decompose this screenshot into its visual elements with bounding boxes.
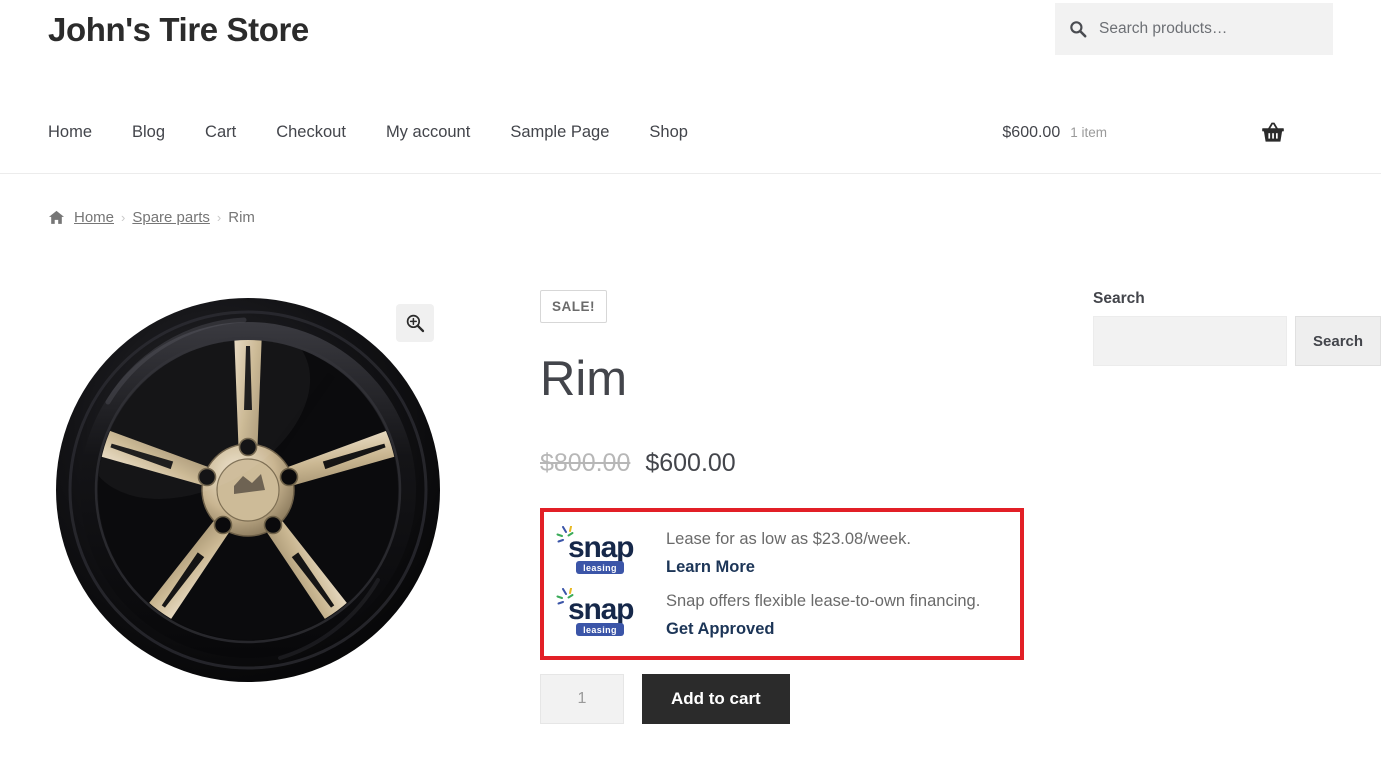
svg-text:snap: snap xyxy=(568,531,634,564)
snap-learn-more-link[interactable]: Learn More xyxy=(666,558,911,577)
product-price: $800.00 $600.00 xyxy=(540,449,1004,478)
nav-item-blog[interactable]: Blog xyxy=(132,123,185,142)
breadcrumb-separator: › xyxy=(121,210,126,225)
snap-leasing-logo-icon: snap leasing xyxy=(556,587,652,640)
snap-get-approved-link[interactable]: Get Approved xyxy=(666,620,980,639)
breadcrumb-separator: › xyxy=(216,210,222,225)
product-image[interactable] xyxy=(48,290,448,690)
nav-item-my-account[interactable]: My account xyxy=(386,123,490,142)
sale-badge: SALE! xyxy=(540,290,607,323)
snap-leasing-promo: snap leasing Lease for as low as $23.08/… xyxy=(540,507,1024,660)
add-to-cart-form: Add to cart xyxy=(540,673,1004,724)
shopping-basket-icon[interactable] xyxy=(1261,121,1285,145)
breadcrumb-link-spare-parts[interactable]: Spare parts xyxy=(132,209,210,226)
search-icon xyxy=(1069,20,1087,38)
cart-item-count: 1 item xyxy=(1070,125,1107,140)
breadcrumb: Home › Spare parts › Rim xyxy=(0,173,1381,226)
primary-navigation-row: Home Blog Cart Checkout My account Sampl… xyxy=(48,92,1333,173)
sidebar-search-form: Search xyxy=(1093,316,1381,366)
snap-leasing-logo-icon: snap leasing xyxy=(556,525,652,578)
sidebar-search-input[interactable] xyxy=(1093,316,1287,366)
price-original: $800.00 xyxy=(540,448,631,477)
cart-total: $600.00 xyxy=(1002,123,1061,141)
sidebar-search-title: Search xyxy=(1093,290,1145,307)
breadcrumb-link-home[interactable]: Home xyxy=(74,209,114,226)
header-search-box[interactable] xyxy=(1055,3,1333,55)
nav-item-cart[interactable]: Cart xyxy=(205,123,256,142)
site-header: John's Tire Store Home Blog Cart Checkou… xyxy=(0,0,1381,174)
product-gallery xyxy=(48,290,448,724)
sidebar-search-button[interactable]: Search xyxy=(1295,316,1381,366)
snap-promo-row: snap leasing Lease for as low as $23.08/… xyxy=(556,525,1004,578)
home-icon xyxy=(48,209,65,226)
snap-promo-text: Lease for as low as $23.08/week. Learn M… xyxy=(652,526,911,577)
nav-item-home[interactable]: Home xyxy=(48,123,112,142)
svg-text:leasing: leasing xyxy=(583,563,617,573)
snap-promo-text: Snap offers flexible lease-to-own financ… xyxy=(652,588,980,639)
product-page-main: SALE! Rim $800.00 $600.00 snap leasing L… xyxy=(0,226,1381,724)
site-title: John's Tire Store xyxy=(48,11,309,48)
svg-text:leasing: leasing xyxy=(583,625,617,635)
snap-promo-message: Snap offers flexible lease-to-own financ… xyxy=(666,591,981,610)
snap-promo-row: snap leasing Snap offers flexible lease-… xyxy=(556,587,1004,640)
cart-summary[interactable]: $600.00 1 item xyxy=(1002,121,1285,145)
sidebar: Search Search xyxy=(1004,290,1381,724)
nav-item-checkout[interactable]: Checkout xyxy=(276,123,366,142)
nav-item-shop[interactable]: Shop xyxy=(649,123,708,142)
primary-navigation: Home Blog Cart Checkout My account Sampl… xyxy=(48,123,728,142)
breadcrumb-current: Rim xyxy=(228,209,255,226)
nav-item-sample-page[interactable]: Sample Page xyxy=(510,123,629,142)
product-summary: SALE! Rim $800.00 $600.00 snap leasing L… xyxy=(448,290,1024,724)
sidebar-search-widget: Search Search xyxy=(1093,290,1381,366)
image-zoom-button[interactable] xyxy=(396,304,434,342)
price-sale: $600.00 xyxy=(645,448,736,477)
search-input[interactable] xyxy=(1097,19,1319,39)
quantity-input[interactable] xyxy=(540,673,624,724)
add-to-cart-button[interactable]: Add to cart xyxy=(642,673,790,724)
magnifier-plus-icon xyxy=(405,313,425,333)
snap-promo-message: Lease for as low as $23.08/week. xyxy=(666,529,911,548)
header-divider xyxy=(0,173,1381,174)
svg-text:snap: snap xyxy=(568,593,634,626)
product-title: Rim xyxy=(540,352,628,406)
